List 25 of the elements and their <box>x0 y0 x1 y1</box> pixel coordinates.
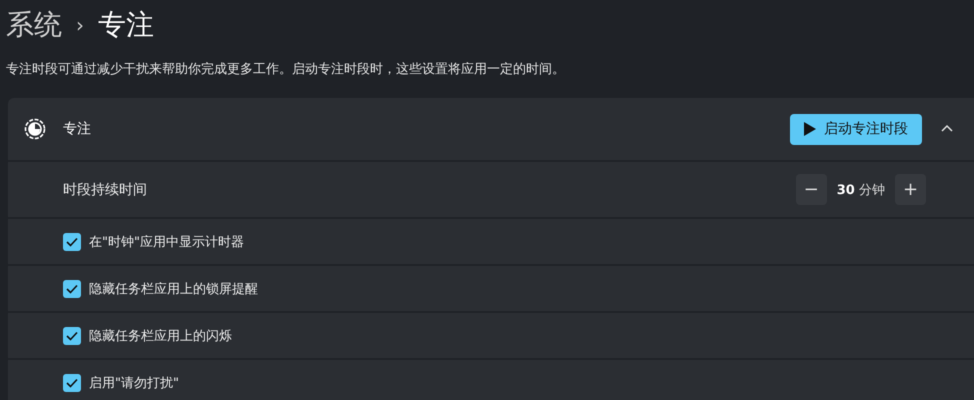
option-label: 在"时钟"应用中显示计时器 <box>89 234 244 250</box>
checkbox[interactable] <box>63 326 81 344</box>
decrease-button[interactable]: − <box>796 174 827 205</box>
page-title: 专注 <box>98 7 154 43</box>
chevron-icon <box>940 124 954 134</box>
description: 专注时段可通过减少干扰来帮助你完成更多工作。启动专注时段时，这些设置将应用一定的时间。 <box>5 61 566 79</box>
focus-title: 专注 <box>63 120 92 138</box>
breadcrumb-parent[interactable]: 系统 <box>6 6 62 44</box>
checkbox[interactable] <box>63 232 81 250</box>
increase-button[interactable]: + <box>895 174 926 205</box>
play-icon <box>804 122 816 136</box>
check-icon <box>66 236 78 246</box>
option-label: 启用"请勿打扰" <box>89 374 179 392</box>
option-label: 隐藏任务栏应用上的闪烁 <box>89 328 232 344</box>
check-icon <box>66 330 78 340</box>
option-label: 隐藏任务栏应用上的锁屏提醒 <box>89 280 258 298</box>
start-focus-button[interactable]: 启动专注时段 <box>790 114 922 144</box>
focus-icon <box>24 118 46 140</box>
checkbox[interactable] <box>63 374 81 392</box>
duration-label: 时段持续时间 <box>63 180 148 198</box>
check-icon <box>66 284 78 294</box>
checkbox[interactable] <box>63 280 81 298</box>
duration-value: 30 分钟 <box>836 182 885 198</box>
breadcrumb-separator: › <box>76 13 84 37</box>
check-icon <box>66 378 78 388</box>
